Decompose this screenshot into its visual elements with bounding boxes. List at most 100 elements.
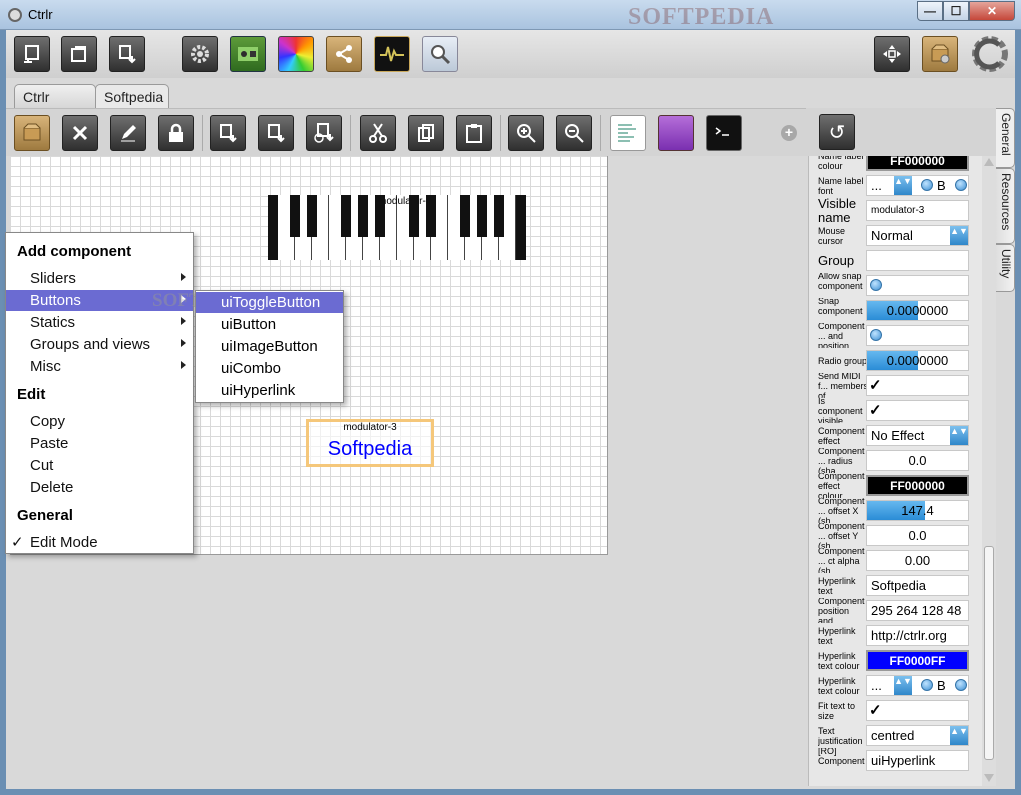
code-editor-icon[interactable] bbox=[610, 115, 646, 151]
cut-icon[interactable] bbox=[360, 115, 396, 151]
number-value[interactable]: 0.0 bbox=[866, 450, 969, 471]
color-wheel-icon[interactable] bbox=[278, 36, 314, 72]
new-panel-icon[interactable] bbox=[14, 36, 50, 72]
package-icon[interactable] bbox=[922, 36, 958, 72]
settings-icon[interactable] bbox=[182, 36, 218, 72]
delete-icon[interactable] bbox=[62, 115, 98, 151]
radio-icon[interactable] bbox=[870, 279, 882, 291]
close-button[interactable]: ✕ bbox=[969, 1, 1015, 21]
console-icon[interactable] bbox=[706, 115, 742, 151]
tab-utility[interactable]: Utility bbox=[996, 244, 1015, 292]
radio-icon[interactable] bbox=[921, 179, 933, 191]
text-value[interactable]: 295 264 128 48 bbox=[866, 600, 969, 621]
scroll-thumb[interactable] bbox=[984, 546, 994, 760]
text-value[interactable]: Softpedia bbox=[866, 575, 969, 596]
submenu-item-uihyperlink[interactable]: uiHyperlink bbox=[196, 380, 343, 401]
scroll-up-icon[interactable] bbox=[984, 158, 994, 166]
black-key[interactable] bbox=[460, 195, 470, 237]
slider-value[interactable]: 147.4 bbox=[866, 500, 969, 521]
colour-value[interactable]: FF000000 bbox=[866, 475, 969, 496]
toggle-value[interactable] bbox=[866, 325, 969, 346]
minimize-button[interactable]: — bbox=[917, 1, 943, 21]
radio-icon[interactable] bbox=[955, 679, 967, 691]
save-panel-icon[interactable] bbox=[109, 36, 145, 72]
black-key[interactable] bbox=[375, 195, 385, 237]
black-key[interactable] bbox=[290, 195, 300, 237]
paste-icon[interactable] bbox=[456, 115, 492, 151]
dropdown-arrows-icon[interactable]: ▲▼ bbox=[894, 676, 912, 695]
package-icon[interactable] bbox=[14, 115, 50, 151]
dropdown-arrows-icon[interactable]: ▲▼ bbox=[894, 176, 912, 195]
menu-item-paste[interactable]: Paste bbox=[6, 433, 193, 454]
font-value[interactable]: ... ▲▼ B bbox=[866, 675, 969, 696]
dropdown-arrows-icon[interactable]: ▲▼ bbox=[950, 726, 968, 745]
checkbox-value[interactable]: ✓ bbox=[866, 400, 969, 421]
checkbox-value[interactable]: ✓ bbox=[866, 700, 969, 721]
colour-value[interactable]: FF0000FF bbox=[866, 650, 969, 671]
menu-item-misc[interactable]: Misc bbox=[6, 356, 193, 377]
menu-item-edit-mode[interactable]: ✓ Edit Mode bbox=[6, 532, 193, 553]
open-panel-icon[interactable] bbox=[61, 36, 97, 72]
keyboard-component[interactable]: modulator-2 bbox=[268, 195, 526, 260]
menu-item-copy[interactable]: Copy bbox=[6, 411, 193, 432]
submenu-item-uitogglebutton[interactable]: uiToggleButton bbox=[196, 292, 343, 313]
font-value[interactable]: ... ▲▼ B bbox=[866, 175, 969, 196]
scroll-down-icon[interactable] bbox=[984, 774, 994, 782]
edit-icon[interactable] bbox=[110, 115, 146, 151]
black-key[interactable] bbox=[426, 195, 436, 237]
midi-device-icon[interactable] bbox=[230, 36, 266, 72]
menu-item-sliders[interactable]: Sliders bbox=[6, 268, 193, 289]
black-key[interactable] bbox=[409, 195, 419, 237]
submenu-item-uiimagebutton[interactable]: uiImageButton bbox=[196, 336, 343, 357]
add-icon[interactable]: + bbox=[781, 125, 797, 141]
tab-general[interactable]: General bbox=[996, 108, 1015, 168]
black-key[interactable] bbox=[477, 195, 487, 237]
menu-item-delete[interactable]: Delete bbox=[6, 477, 193, 498]
monitor-icon[interactable] bbox=[374, 36, 410, 72]
undo-icon[interactable]: ↺ bbox=[819, 114, 855, 150]
zoom-in-icon[interactable] bbox=[508, 115, 544, 151]
ctrlr-logo-icon[interactable] bbox=[970, 34, 1010, 74]
colour-icon[interactable] bbox=[658, 115, 694, 151]
submenu-item-uicombo[interactable]: uiCombo bbox=[196, 358, 343, 379]
dropdown-arrows-icon[interactable]: ▲▼ bbox=[950, 426, 968, 445]
save-timed-icon[interactable] bbox=[306, 115, 342, 151]
property-scrollbar[interactable] bbox=[982, 156, 996, 786]
checkbox-value[interactable]: ✓ bbox=[866, 375, 969, 396]
black-key[interactable] bbox=[494, 195, 504, 237]
menu-item-statics[interactable]: Statics bbox=[6, 312, 193, 333]
maximize-button[interactable]: ☐ bbox=[943, 1, 969, 21]
dropdown-value[interactable]: Normal ▲▼ bbox=[866, 225, 969, 246]
text-value[interactable]: http://ctrlr.org bbox=[866, 625, 969, 646]
radio-icon[interactable] bbox=[955, 179, 967, 191]
dropdown-value[interactable]: No Effect ▲▼ bbox=[866, 425, 969, 446]
slider-value[interactable]: 0.0000000 bbox=[866, 300, 969, 321]
tab-ctrlr-panel[interactable]: Ctrlr Panel bbox=[14, 84, 96, 121]
black-key[interactable] bbox=[307, 195, 317, 237]
dropdown-value[interactable]: centred ▲▼ bbox=[866, 725, 969, 746]
text-value[interactable]: uiHyperlink bbox=[866, 750, 969, 771]
zoom-out-icon[interactable] bbox=[556, 115, 592, 151]
colour-value[interactable]: FF000000 bbox=[866, 156, 969, 171]
text-value[interactable] bbox=[866, 250, 969, 271]
menu-item-cut[interactable]: Cut bbox=[6, 455, 193, 476]
lock-icon[interactable] bbox=[158, 115, 194, 151]
copy-icon[interactable] bbox=[408, 115, 444, 151]
black-key[interactable] bbox=[358, 195, 368, 237]
slider-value[interactable]: 0.0000000 bbox=[866, 350, 969, 371]
hyperlink-component[interactable]: modulator-3 Softpedia bbox=[306, 419, 434, 467]
tab-resources[interactable]: Resources bbox=[996, 168, 1015, 244]
search-icon[interactable] bbox=[422, 36, 458, 72]
import-icon[interactable] bbox=[210, 115, 246, 151]
black-key[interactable] bbox=[341, 195, 351, 237]
export-icon[interactable] bbox=[258, 115, 294, 151]
toggle-value[interactable] bbox=[866, 275, 969, 296]
share-icon[interactable] bbox=[326, 36, 362, 72]
text-value[interactable]: modulator-3 bbox=[866, 200, 969, 221]
radio-icon[interactable] bbox=[870, 329, 882, 341]
dropdown-arrows-icon[interactable]: ▲▼ bbox=[950, 226, 968, 245]
number-value[interactable]: 0.00 bbox=[866, 550, 969, 571]
move-icon[interactable] bbox=[874, 36, 910, 72]
menu-item-groups-and-views[interactable]: Groups and views bbox=[6, 334, 193, 355]
radio-icon[interactable] bbox=[921, 679, 933, 691]
